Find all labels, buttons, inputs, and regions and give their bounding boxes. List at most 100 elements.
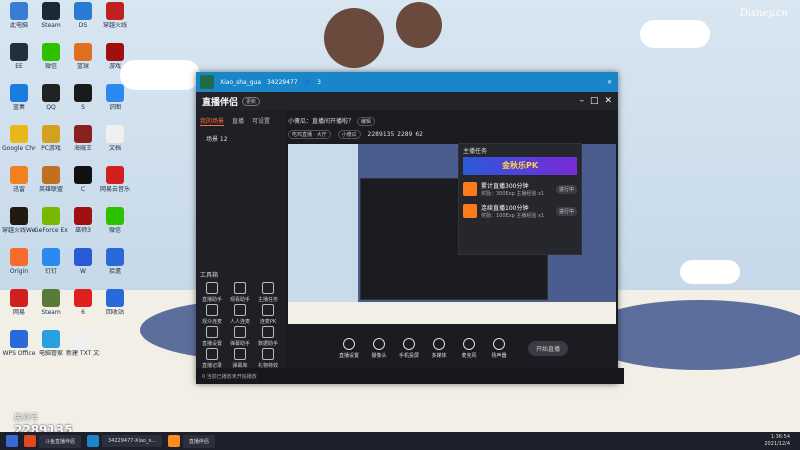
scene-item[interactable]: 场景 12 xyxy=(196,132,286,145)
tool-button[interactable]: 直播助手 xyxy=(200,282,224,303)
close-icon[interactable]: ✕ xyxy=(604,96,612,106)
task-icon xyxy=(463,182,477,196)
tool-label: 数据助手 xyxy=(257,341,278,347)
tool-button[interactable]: 礼物特效 xyxy=(256,348,280,369)
taskbar-item[interactable]: 斗鱼直播伴侣 xyxy=(39,434,82,448)
desktop-icon[interactable]: 钉钉 xyxy=(34,248,68,275)
taskbar-item[interactable]: 直播伴侣 xyxy=(182,434,215,448)
desktop-icon[interactable]: 迅雷 xyxy=(2,166,36,193)
control-button[interactable]: 多媒体 xyxy=(426,337,452,359)
desktop-icon[interactable]: 微信 xyxy=(34,43,68,70)
control-buttons: 直播设置 摄像头 手机投屏 多媒体 麦克风 扬声器 xyxy=(336,337,512,359)
desktop-icon[interactable]: C xyxy=(66,166,100,193)
app-icon xyxy=(74,125,92,143)
app-icon[interactable] xyxy=(87,435,100,447)
tool-icon xyxy=(206,282,218,294)
desktop-icon[interactable]: Steam xyxy=(34,2,68,29)
control-button[interactable]: 摄像头 xyxy=(366,337,392,359)
desktop-icon[interactable]: 网易 xyxy=(2,289,36,316)
start-icon[interactable] xyxy=(6,435,18,447)
desktop-icon[interactable]: Steam xyxy=(34,289,68,316)
app-icon xyxy=(42,166,60,184)
desktop-icon[interactable]: 微信 xyxy=(98,207,132,234)
desktop-icon[interactable]: 此电脑 xyxy=(2,2,36,29)
desktop-icon[interactable]: 6 xyxy=(66,289,100,316)
desktop-icon[interactable]: Google Chrome xyxy=(2,125,36,152)
control-button[interactable]: 扬声器 xyxy=(486,337,512,359)
tool-button[interactable]: 主播任务 xyxy=(256,282,280,303)
desktop-icon[interactable]: DS xyxy=(66,2,100,29)
app-icon xyxy=(42,248,60,266)
tag[interactable]: 吃鸡直播 · 大厅 xyxy=(288,130,331,139)
desktop-icon[interactable]: 英雄联盟 xyxy=(34,166,68,193)
desktop-icon[interactable]: S xyxy=(66,84,100,111)
tool-button[interactable]: 直播记录 xyxy=(200,348,224,369)
desktop-icon-label: WPS Office xyxy=(2,350,36,357)
desktop-icon[interactable]: 回收站 xyxy=(98,289,132,316)
control-icon xyxy=(492,337,505,350)
desktop-icon[interactable]: 电脑管家 xyxy=(34,330,68,357)
desktop-icon[interactable]: 游戏 xyxy=(98,43,132,70)
tag: 小傻瓜 xyxy=(337,130,361,139)
desktop-icon[interactable]: 穿越火线 xyxy=(98,2,132,29)
task-button[interactable]: 进行中 xyxy=(555,206,577,216)
home-icon[interactable] xyxy=(200,75,214,89)
tool-button[interactable]: 直播设置 xyxy=(200,326,224,347)
app-icon xyxy=(10,166,28,184)
task-item[interactable]: 累计直播300分钟 奖励：300Exp 主播经验 x1 进行中 xyxy=(463,181,577,197)
app-icon xyxy=(74,166,92,184)
task-button[interactable]: 进行中 xyxy=(555,184,577,194)
desktop-icon[interactable]: 拾遗 xyxy=(98,248,132,275)
desktop-icon[interactable]: GeForce Experience xyxy=(34,207,68,234)
edit-button[interactable]: 编辑 xyxy=(356,117,375,126)
task-title: 累计直播300分钟 xyxy=(481,183,529,190)
desktop-icon[interactable]: 穿越火线WeGame xyxy=(2,207,36,234)
desktop-icon[interactable]: 文档 xyxy=(98,125,132,152)
desktop-icon[interactable]: WPS Office xyxy=(2,330,36,357)
app-icon xyxy=(10,330,28,348)
tool-button[interactable]: 人人连麦 xyxy=(228,304,252,325)
tab-live[interactable]: 直播 xyxy=(232,116,244,126)
control-label: 扬声器 xyxy=(491,352,507,359)
update-badge[interactable]: 更新 xyxy=(242,96,261,106)
tool-button[interactable]: 弹幕库 xyxy=(228,348,252,369)
maximize-icon[interactable]: □ xyxy=(590,96,599,106)
desktop-icon[interactable]: 新建 TXT 文本文档 xyxy=(66,330,100,357)
tool-button[interactable]: 观看助手 xyxy=(228,282,252,303)
desktop-icon[interactable]: 篮球 xyxy=(66,43,100,70)
desktop-icon[interactable]: QQ xyxy=(34,84,68,111)
desktop-icon[interactable]: PC游戏 xyxy=(34,125,68,152)
taskbar-item[interactable]: 34229477-Xiao_s... xyxy=(102,435,162,447)
tab-settings[interactable]: 可设置 xyxy=(252,116,270,126)
task-item[interactable]: 连续直播100分钟 奖励：100Exp 主播经验 x1 进行中 xyxy=(463,203,577,219)
clock[interactable]: 1:36:54 2021/12/4 xyxy=(764,434,790,448)
task-popup[interactable]: 主播任务 金秋乐PK 累计直播300分钟 奖励：300Exp 主播经验 x1 进… xyxy=(458,143,582,255)
desktop-icon[interactable]: 蓝奏 xyxy=(2,84,36,111)
control-button[interactable]: 麦克风 xyxy=(456,337,482,359)
desktop-icon-label: GeForce Experience xyxy=(34,227,68,234)
tab-scene[interactable]: 我的场景 xyxy=(200,116,225,126)
start-live-button[interactable]: 开始直播 xyxy=(527,340,568,356)
desktop-icon[interactable]: 网易云音乐 xyxy=(98,166,132,193)
desktop-icon[interactable]: EE xyxy=(2,43,36,70)
desktop-icon-label: 游戏 xyxy=(108,63,121,70)
app-icon[interactable] xyxy=(167,435,180,447)
tool-button[interactable]: 数据助手 xyxy=(256,326,280,347)
control-button[interactable]: 手机投屏 xyxy=(396,337,422,359)
app-icon[interactable] xyxy=(24,435,36,447)
control-button[interactable]: 直播设置 xyxy=(336,337,362,359)
desktop-icon[interactable]: W xyxy=(66,248,100,275)
desktop-icon-label: W xyxy=(80,268,86,275)
desktop-icon-label: EE xyxy=(15,63,23,70)
desktop-icon[interactable]: 识图 xyxy=(98,84,132,111)
desktop-icon[interactable]: 巫师3 xyxy=(66,207,100,234)
tool-button[interactable]: 连麦PK xyxy=(256,304,280,325)
desktop-icon[interactable]: 海贼王 xyxy=(66,125,100,152)
pk-banner[interactable]: 金秋乐PK xyxy=(463,157,577,175)
desktop-icon[interactable]: Origin xyxy=(2,248,36,275)
tool-button[interactable]: 弹幕助手 xyxy=(228,326,252,347)
minimize-icon[interactable]: – xyxy=(579,96,584,106)
tool-button[interactable]: 观众连麦 xyxy=(200,304,224,325)
control-icon xyxy=(372,337,385,350)
close-icon[interactable]: ✕ xyxy=(607,79,612,86)
